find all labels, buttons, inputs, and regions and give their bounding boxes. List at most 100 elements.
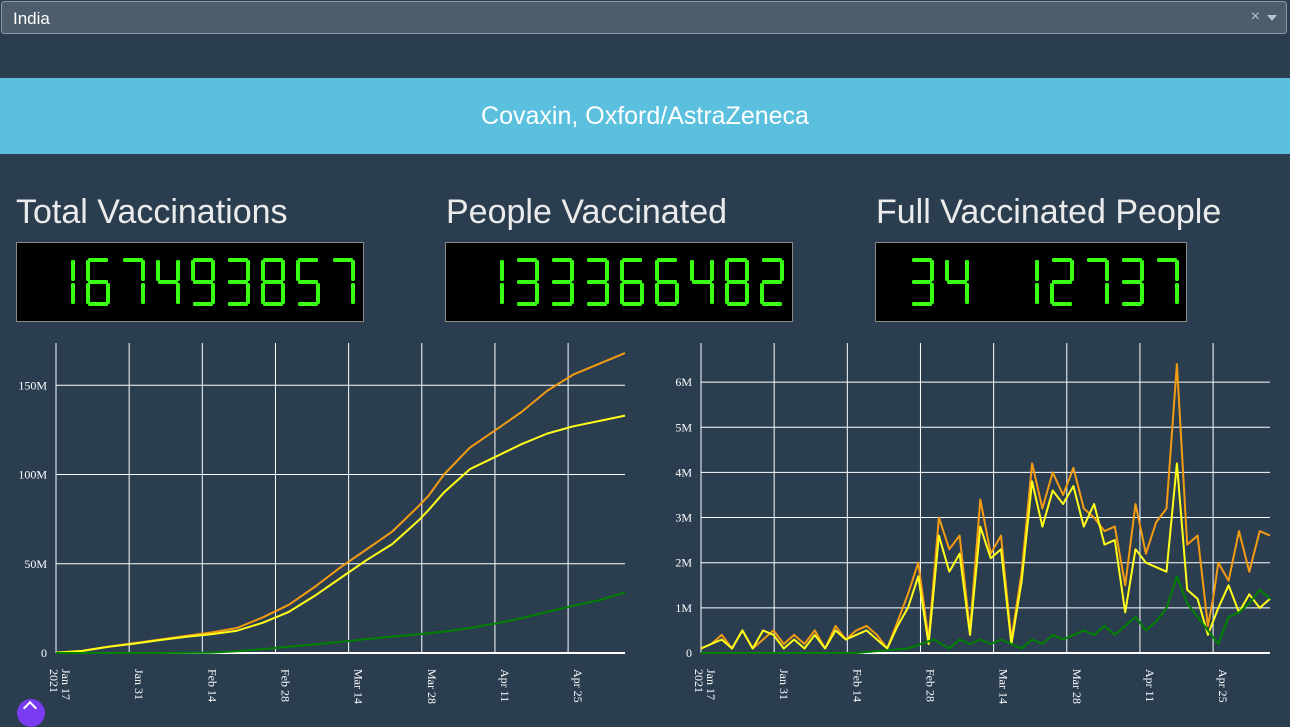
x-tick-label: Mar 28 bbox=[1070, 669, 1084, 704]
lcd-segment bbox=[298, 280, 318, 284]
lcd-digit bbox=[1050, 258, 1074, 306]
lcd-digit bbox=[760, 258, 784, 306]
lcd-digit bbox=[517, 258, 539, 306]
total-vaccinations-display bbox=[16, 242, 364, 322]
x-tick-label: Apr 25 bbox=[571, 669, 585, 703]
lcd-segment bbox=[1052, 302, 1072, 306]
lcd-segment bbox=[500, 260, 504, 281]
lcd-digit bbox=[123, 258, 145, 304]
lcd-segment bbox=[500, 283, 504, 304]
total-vaccinations-title: Total Vaccinations bbox=[16, 193, 288, 231]
lcd-segment bbox=[710, 283, 714, 304]
lcd-digit bbox=[156, 260, 180, 304]
lcd-segment bbox=[622, 280, 642, 284]
x-tick-label: Feb 28 bbox=[278, 669, 292, 702]
lcd-segment bbox=[88, 302, 108, 306]
y-tick-label: 1M bbox=[675, 601, 692, 615]
lcd-digit bbox=[261, 258, 285, 306]
lcd-segment bbox=[587, 280, 607, 284]
x-tick-label: Feb 14 bbox=[205, 669, 219, 702]
lcd-segment bbox=[86, 283, 90, 304]
lcd-segment bbox=[88, 280, 108, 284]
lcd-digit bbox=[945, 260, 969, 304]
lcd-segment bbox=[176, 283, 180, 304]
series-line bbox=[55, 414, 626, 654]
lcd-segment bbox=[1157, 258, 1177, 262]
x-tick-label: Feb 14 bbox=[850, 669, 864, 702]
lcd-segment bbox=[690, 260, 694, 281]
lcd-segment bbox=[692, 280, 712, 284]
y-tick-label: 6M bbox=[675, 375, 692, 389]
lcd-segment bbox=[762, 280, 782, 284]
lcd-segment bbox=[141, 283, 145, 304]
lcd-segment bbox=[727, 280, 747, 284]
lcd-digit bbox=[333, 258, 355, 304]
lcd-segment bbox=[1122, 258, 1142, 262]
lcd-segment bbox=[246, 260, 250, 281]
lcd-segment bbox=[745, 283, 749, 304]
lcd-segment bbox=[193, 280, 213, 284]
lcd-segment bbox=[246, 283, 250, 304]
x-tick-label: Feb 28 bbox=[923, 669, 937, 702]
lcd-segment bbox=[517, 280, 537, 284]
lcd-segment bbox=[760, 283, 764, 304]
x-tick-label: Jan 31 bbox=[777, 669, 791, 700]
lcd-segment bbox=[123, 258, 143, 262]
chevron-down-icon[interactable] bbox=[1267, 15, 1277, 21]
series-line bbox=[700, 363, 1271, 650]
lcd-segment bbox=[657, 280, 677, 284]
lcd-segment bbox=[228, 280, 248, 284]
people-vaccinated-title: People Vaccinated bbox=[446, 193, 728, 231]
lcd-segment bbox=[351, 260, 355, 281]
daily-vaccinations-chart: Jan 172021 Jan 31 Feb 14 Feb 28 Mar 14 Mar 28… bbox=[675, 343, 1271, 704]
lcd-segment bbox=[1122, 280, 1142, 284]
full-vaccinated-title: Full Vaccinated People bbox=[876, 193, 1222, 231]
lcd-segment bbox=[570, 283, 574, 304]
lcd-segment bbox=[228, 302, 248, 306]
series-line bbox=[56, 591, 626, 654]
lcd-segment bbox=[762, 302, 782, 306]
lcd-segment bbox=[965, 283, 969, 304]
x-tick-label: Mar 14 bbox=[352, 669, 366, 704]
lcd-segment bbox=[912, 302, 932, 306]
clear-icon[interactable]: × bbox=[1251, 8, 1260, 26]
lcd-segment bbox=[605, 260, 609, 281]
cumulative-vaccinations-chart: Jan 172021 Jan 31 Feb 14 Feb 28 Mar 14 Mar 28… bbox=[18, 343, 626, 704]
lcd-digit bbox=[86, 258, 110, 306]
lcd-digit bbox=[1035, 260, 1039, 304]
country-select[interactable]: India × bbox=[1, 1, 1287, 34]
lcd-segment bbox=[1087, 258, 1107, 262]
lcd-segment bbox=[727, 258, 747, 262]
vaccines-banner: Covaxin, Oxford/AstraZeneca bbox=[0, 78, 1290, 154]
lcd-digit bbox=[191, 258, 215, 306]
lcd-segment bbox=[263, 258, 283, 262]
x-tick-label: 2021 bbox=[692, 669, 706, 693]
lcd-digit bbox=[228, 258, 250, 306]
series-line bbox=[55, 352, 626, 654]
lcd-segment bbox=[570, 260, 574, 281]
lcd-segment bbox=[1050, 283, 1054, 304]
y-tick-label: 4M bbox=[675, 465, 692, 479]
lcd-digit bbox=[725, 258, 749, 306]
y-tick-label: 2M bbox=[675, 556, 692, 570]
lcd-segment bbox=[351, 283, 355, 304]
lcd-segment bbox=[762, 258, 782, 262]
lcd-segment bbox=[211, 260, 215, 281]
lcd-segment bbox=[945, 260, 949, 281]
y-tick-label: 50M bbox=[24, 557, 47, 571]
lcd-segment bbox=[675, 283, 679, 304]
lcd-segment bbox=[622, 258, 642, 262]
lcd-segment bbox=[1052, 280, 1072, 284]
lcd-segment bbox=[620, 283, 624, 304]
y-tick-label: 100M bbox=[18, 468, 47, 482]
x-tick-label: Apr 11 bbox=[1143, 669, 1157, 702]
lcd-segment bbox=[710, 260, 714, 281]
lcd-segment bbox=[158, 280, 178, 284]
lcd-digit bbox=[587, 258, 609, 306]
lcd-segment bbox=[191, 260, 195, 281]
lcd-segment bbox=[263, 280, 283, 284]
lcd-digit bbox=[690, 260, 714, 304]
lcd-segment bbox=[725, 260, 729, 281]
lcd-segment bbox=[1175, 260, 1179, 281]
lcd-segment bbox=[296, 260, 300, 281]
